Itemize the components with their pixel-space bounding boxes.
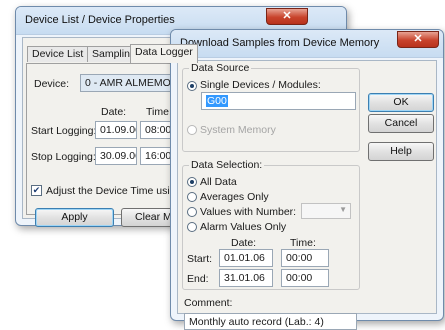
ok-button[interactable]: OK [368, 93, 434, 112]
single-devices-value: G00 [206, 95, 228, 107]
values-number-dropdown[interactable]: ▼ [301, 203, 351, 219]
download-dialog-client: Data Source Single Devices / Modules: G0… [177, 60, 437, 330]
apply-button[interactable]: Apply [35, 208, 114, 227]
comment-label: Comment: [184, 297, 233, 309]
data-selection-group: Data Selection: All Data Averages Only V… [182, 159, 360, 290]
tab-data-logger[interactable]: Data Logger [130, 44, 198, 63]
adjust-time-checkbox[interactable]: ✔ [31, 185, 42, 196]
system-memory-label: System Memory [200, 124, 276, 136]
dialog-title: Download Samples from Device Memory [180, 37, 380, 49]
close-button[interactable]: ✕ [266, 8, 308, 25]
stop-logging-label: Stop Logging: [31, 151, 96, 163]
averages-only-radio[interactable] [187, 192, 197, 202]
device-label: Device: [34, 78, 70, 90]
single-devices-input[interactable]: G00 [201, 92, 356, 110]
selection-date-header: Date: [231, 237, 257, 249]
values-with-number-label: Values with Number: [200, 206, 297, 218]
chevron-down-icon: ▼ [339, 205, 347, 214]
date-header: Date: [101, 106, 127, 118]
start-label: Start: [187, 253, 213, 265]
tab-device-list[interactable]: Device List [27, 46, 89, 62]
system-memory-radio[interactable] [187, 125, 197, 135]
data-source-group-title: Data Source [189, 62, 252, 74]
close-icon: ✕ [413, 33, 423, 45]
all-data-radio[interactable] [187, 177, 197, 187]
averages-only-label: Averages Only [200, 191, 269, 203]
help-button[interactable]: Help [368, 142, 434, 161]
time-header: Time: [146, 106, 172, 118]
data-source-group: Data Source Single Devices / Modules: G0… [182, 62, 360, 152]
alarm-values-label: Alarm Values Only [200, 221, 287, 233]
close-icon: ✕ [282, 10, 292, 22]
data-selection-group-title: Data Selection: [189, 159, 265, 171]
window-title: Device List / Device Properties [25, 14, 175, 26]
alarm-values-radio[interactable] [187, 222, 197, 232]
comment-field[interactable]: Monthly auto record (Lab.: 4) [184, 313, 357, 330]
download-samples-dialog: Download Samples from Device Memory ✕ Da… [170, 29, 444, 330]
values-with-number-radio[interactable] [187, 207, 197, 217]
single-devices-label: Single Devices / Modules: [200, 79, 321, 91]
start-date-field[interactable]: 01.01.06 [219, 249, 273, 267]
stop-logging-date[interactable]: 30.09.06 [95, 147, 137, 165]
close-button[interactable]: ✕ [397, 31, 439, 48]
end-time-field[interactable]: 00:00 [281, 269, 329, 287]
end-date-field[interactable]: 31.01.06 [219, 269, 273, 287]
start-logging-date[interactable]: 01.09.06 [95, 121, 137, 139]
all-data-label: All Data [200, 176, 237, 188]
start-logging-label: Start Logging: [31, 125, 97, 137]
single-devices-radio[interactable] [187, 81, 197, 91]
download-dialog-titlebar[interactable]: Download Samples from Device Memory ✕ [171, 30, 443, 58]
end-label: End: [187, 273, 209, 285]
cancel-button[interactable]: Cancel [368, 114, 434, 133]
selection-time-header: Time: [290, 237, 316, 249]
start-time-field[interactable]: 00:00 [281, 249, 329, 267]
